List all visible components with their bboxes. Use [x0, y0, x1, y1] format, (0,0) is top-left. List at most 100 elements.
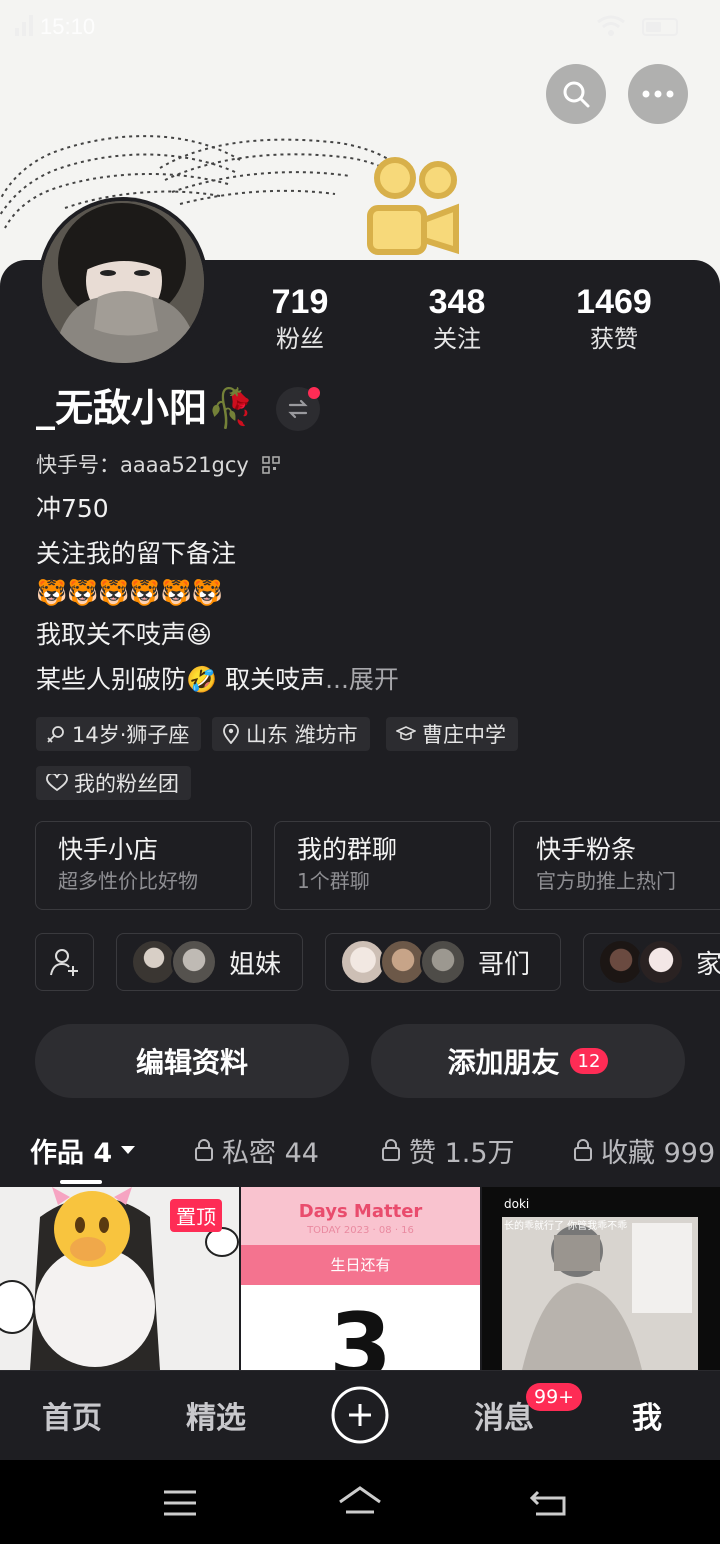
messages-badge: 99+	[526, 1383, 583, 1411]
menu-icon[interactable]	[160, 1486, 200, 1520]
switch-account-button[interactable]	[276, 387, 320, 431]
lock-icon	[382, 1139, 400, 1161]
group-brothers[interactable]: 哥们	[325, 933, 561, 991]
add-friend-group-button[interactable]	[35, 933, 94, 991]
days-matter-date: TODAY 2023 · 08 · 16	[307, 1225, 414, 1236]
bio-line: 关注我的留下备注	[36, 539, 237, 568]
group-member-avatar	[420, 939, 466, 985]
add-friends-label: 添加朋友	[447, 1046, 560, 1079]
thumbnail-caption: 长的乖就行了 你管我乖不乖	[504, 1221, 628, 1232]
more-options-button[interactable]	[628, 64, 688, 124]
expand-bio-link[interactable]: ...展开	[325, 665, 399, 694]
status-bar: 15:10	[0, 0, 720, 56]
tab-private[interactable]: 私密 44	[194, 1128, 319, 1172]
card-title: 快手粉条	[536, 835, 637, 864]
card-title: 快手小店	[58, 835, 159, 864]
stat-label: 关注	[433, 325, 481, 353]
tab-label: 收藏 999	[601, 1137, 716, 1169]
status-time: 15:10	[40, 14, 96, 39]
video-thumbnail[interactable]: 置顶	[0, 1187, 239, 1370]
profile-screen: 15:10 719 粉丝 348 关注 1469 获赞 _无敌小阳🥀 快手号：a…	[0, 0, 720, 1544]
tab-works[interactable]: 作品 4	[30, 1128, 136, 1172]
active-tab-indicator	[60, 1180, 102, 1184]
stat-value: 719	[271, 283, 329, 321]
search-icon	[563, 81, 590, 108]
school-icon	[396, 726, 416, 741]
stat-following[interactable]: 348 关注	[397, 282, 517, 356]
card-my-group-chats[interactable]: 我的群聊 1个群聊	[274, 821, 491, 910]
card-kuaishou-shop[interactable]: 快手小店 超多性价比好物	[35, 821, 252, 910]
card-subtitle: 1个群聊	[297, 869, 370, 893]
bio-line: 冲750	[36, 494, 109, 523]
video-thumbnail[interactable]: doki 长的乖就行了 你管我乖不乖	[482, 1187, 720, 1370]
tag-fan-club[interactable]: 我的粉丝团	[36, 766, 191, 800]
bottom-navigation: 首页 精选 消息 99+ 我	[0, 1370, 720, 1460]
stat-label: 粉丝	[276, 325, 324, 353]
video-thumbnail[interactable]: Days Matter TODAY 2023 · 08 · 16 生日还有 3	[241, 1187, 480, 1370]
edit-profile-label: 编辑资料	[135, 1046, 248, 1079]
card-subtitle: 超多性价比好物	[58, 869, 198, 893]
stat-value: 348	[428, 283, 486, 321]
lock-icon	[195, 1139, 213, 1161]
back-icon[interactable]	[528, 1484, 570, 1520]
days-matter-number: 3	[329, 1294, 392, 1371]
thumbnail-user: doki	[504, 1197, 530, 1211]
search-button[interactable]	[546, 64, 606, 124]
battery-icon	[642, 18, 678, 36]
group-label: 家	[696, 949, 720, 980]
system-navigation-bar	[0, 1460, 720, 1544]
group-label: 哥们	[478, 949, 531, 980]
tag-label: 我的粉丝团	[74, 772, 179, 796]
profile-name: _无敌小阳🥀	[36, 386, 255, 430]
create-post-button[interactable]	[331, 1386, 389, 1444]
stat-value: 1469	[576, 283, 652, 321]
add-friends-button[interactable]: 添加朋友 12	[371, 1024, 685, 1098]
tab-label: 作品 4	[30, 1137, 113, 1169]
card-subtitle: 官方助推上热门	[536, 869, 676, 893]
avatar[interactable]	[38, 197, 208, 367]
stat-label: 获赞	[590, 325, 638, 353]
stat-likes[interactable]: 1469 获赞	[554, 282, 674, 356]
signal-icon	[15, 15, 33, 36]
chevron-down-icon	[121, 1146, 136, 1154]
gender-icon	[47, 726, 64, 743]
wifi-icon	[597, 15, 625, 36]
group-family[interactable]: 家	[583, 933, 720, 991]
group-sisters[interactable]: 姐妹	[116, 933, 303, 991]
avatar-photo	[42, 201, 204, 363]
nav-featured[interactable]: 精选	[186, 1393, 246, 1437]
tab-label: 赞 1.5万	[409, 1137, 515, 1169]
tag-label: 山东 潍坊市	[246, 723, 358, 747]
heart-icon	[46, 774, 68, 792]
tag-label: 14岁·狮子座	[72, 723, 190, 747]
nav-me[interactable]: 我	[632, 1393, 662, 1437]
thumbnail-image	[482, 1187, 720, 1370]
stat-followers[interactable]: 719 粉丝	[240, 282, 360, 356]
bio-line: 🐯🐯🐯🐯🐯🐯	[36, 578, 223, 607]
more-dots-icon	[642, 90, 674, 98]
qr-code-icon	[261, 456, 280, 474]
kuaishou-id[interactable]: 快手号：aaaa521gcy	[36, 451, 280, 479]
nav-messages[interactable]: 消息	[474, 1393, 534, 1437]
tag-school[interactable]: 曹庄中学	[386, 717, 518, 751]
notification-dot	[308, 387, 320, 399]
tag-location[interactable]: 山东 潍坊市	[212, 717, 370, 751]
plus-circle-icon	[331, 1386, 389, 1444]
tab-label: 私密 44	[222, 1137, 319, 1169]
tag-label: 曹庄中学	[422, 723, 506, 747]
edit-profile-button[interactable]: 编辑资料	[35, 1024, 349, 1098]
tab-favorites[interactable]: 收藏 999	[573, 1128, 720, 1172]
home-icon[interactable]	[336, 1482, 384, 1522]
bio-line-last: 某些人别破防🤣 取关吱声...展开	[36, 663, 399, 697]
tab-likes[interactable]: 赞 1.5万	[381, 1128, 515, 1172]
switch-icon	[288, 399, 308, 419]
card-kuaishou-promotion[interactable]: 快手粉条 官方助推上热门	[513, 821, 720, 910]
days-matter-sub: 生日还有	[241, 1245, 480, 1285]
kuaishou-id-text: 快手号：aaaa521gcy	[36, 453, 249, 477]
group-member-avatar	[638, 939, 684, 985]
add-user-icon	[49, 949, 78, 976]
tag-age[interactable]: 14岁·狮子座	[36, 717, 202, 751]
nav-home[interactable]: 首页	[42, 1393, 102, 1437]
add-friends-badge: 12	[569, 1048, 609, 1074]
lock-icon	[574, 1139, 592, 1161]
